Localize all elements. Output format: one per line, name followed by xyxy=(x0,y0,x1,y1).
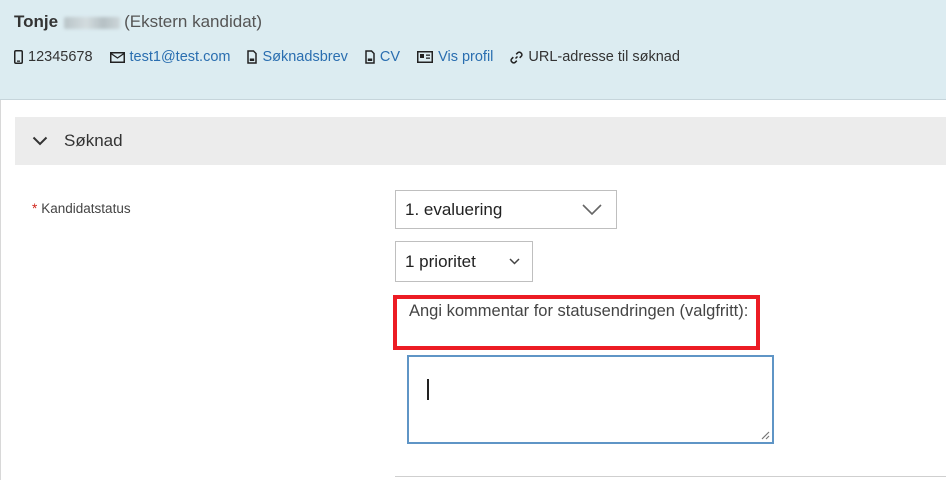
priority-value: 1 prioritet xyxy=(405,251,476,271)
redacted-last-name xyxy=(64,16,121,29)
link-icon xyxy=(510,50,524,64)
profile-link[interactable]: Vis profil xyxy=(438,49,493,65)
section-title: Søknad xyxy=(64,131,123,150)
cv-link[interactable]: CV xyxy=(380,49,400,65)
chevron-down-icon xyxy=(582,204,602,215)
required-marker: * xyxy=(32,201,38,216)
candidate-status-label-text: Kandidatstatus xyxy=(41,201,131,216)
document-icon xyxy=(247,50,258,64)
status-comment-textarea[interactable] xyxy=(407,355,774,444)
document-icon xyxy=(365,50,375,64)
application-url-link[interactable]: URL-adresse til søknad xyxy=(528,49,680,65)
text-cursor xyxy=(427,379,429,400)
candidate-first-name: Tonje xyxy=(14,12,59,31)
contact-cv[interactable]: CV xyxy=(365,49,400,65)
candidate-header: Tonje (Ekstern kandidat) 12345678 test1@t… xyxy=(0,0,946,100)
profile-card-icon xyxy=(417,51,434,63)
contact-url[interactable]: URL-adresse til søknad xyxy=(510,49,680,65)
contact-cover-letter[interactable]: Søknadsbrev xyxy=(247,49,348,65)
candidate-name: Tonje (Ekstern kandidat) xyxy=(14,12,262,32)
envelope-icon xyxy=(109,51,125,63)
chevron-down-icon[interactable] xyxy=(32,136,48,146)
contact-profile[interactable]: Vis profil xyxy=(417,49,493,65)
field-divider xyxy=(395,476,946,477)
candidate-status-select[interactable]: 1. evaluering xyxy=(395,190,617,229)
email-link[interactable]: test1@test.com xyxy=(130,49,231,65)
phone-number: 12345678 xyxy=(28,49,93,65)
candidate-status-value: 1. evaluering xyxy=(405,199,503,219)
priority-select[interactable]: 1 prioritet xyxy=(395,241,533,282)
contact-bar: 12345678 test1@test.com Søknadsbrev CV V… xyxy=(14,47,697,67)
chevron-down-icon xyxy=(509,258,520,265)
section-header-soknad[interactable]: Søknad xyxy=(15,117,946,165)
resize-handle-icon[interactable] xyxy=(760,430,770,440)
candidate-status-label: * Kandidatstatus xyxy=(32,201,131,216)
phone-icon xyxy=(14,50,23,64)
status-comment-label: Angi kommentar for statusendringen (valg… xyxy=(393,295,760,350)
candidate-type: (Ekstern kandidat) xyxy=(124,12,263,31)
cover-letter-link[interactable]: Søknadsbrev xyxy=(262,49,347,65)
contact-email[interactable]: test1@test.com xyxy=(109,49,231,65)
contact-phone: 12345678 xyxy=(14,49,93,65)
panel-border xyxy=(0,100,1,480)
